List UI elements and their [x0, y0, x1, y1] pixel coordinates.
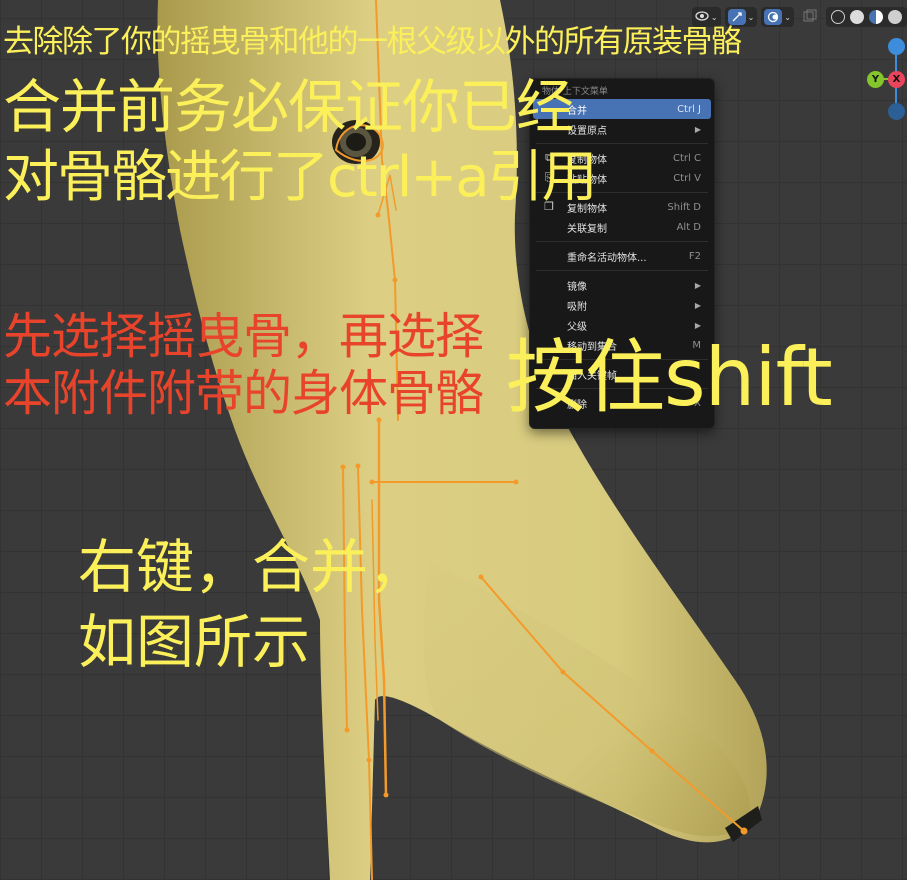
menu-item-snap[interactable]: 吸附 ▶: [533, 295, 711, 315]
menu-separator: [536, 143, 708, 144]
xray-toggle[interactable]: [798, 7, 822, 27]
x-axis-icon[interactable]: X: [888, 71, 905, 88]
annotation-hold-shift: 按住shift: [506, 331, 833, 424]
xray-icon: [803, 9, 817, 26]
menu-item-duplicate-linked[interactable]: 关联复制 Alt D: [533, 217, 711, 237]
overlay-dropdown[interactable]: ⌄: [761, 7, 794, 27]
submenu-arrow-icon: ▶: [694, 124, 701, 134]
annotation-select-body: 本附件附带的身体骨骼: [3, 365, 484, 422]
submenu-arrow-icon: ▶: [694, 320, 701, 330]
neg-z-axis-icon[interactable]: [888, 103, 905, 120]
eye-icon: [695, 10, 709, 24]
y-axis-icon[interactable]: Y: [867, 71, 884, 88]
annotation-right-click-join: 右键，合并，: [78, 533, 427, 601]
annotation-as-shown: 如图所示: [78, 608, 311, 676]
annotation-before-join: 合并前务必保证你已经: [3, 73, 574, 141]
menu-item-rename-active[interactable]: 重命名活动物体... F2: [533, 246, 711, 266]
navigation-gizmo[interactable]: Y X: [867, 38, 907, 122]
3d-viewport[interactable]: ⌄ ⌄ ⌄ Y X 物体 上下文菜单 合并 Ctrl J 设置原点 ▶ ⧉ 复制…: [0, 0, 907, 880]
solid-icon[interactable]: [850, 10, 864, 24]
chevron-down-icon: ⌄: [747, 12, 755, 22]
menu-separator: [536, 241, 708, 242]
shading-mode-group: [826, 7, 907, 27]
menu-separator: [536, 270, 708, 271]
wireframe-icon[interactable]: [831, 10, 845, 24]
chevron-down-icon: ⌄: [784, 12, 791, 22]
annotation-remove-bones: 去除除了你的摇曳骨和他的一根父级以外的所有原装骨骼: [3, 24, 742, 60]
annotation-ctrl-a: 对骨骼进行了ctrl+a引用: [3, 145, 598, 210]
gizmo-icon[interactable]: [727, 9, 746, 25]
annotation-select-first: 先选择摇曳骨，再选择: [3, 308, 484, 365]
menu-item-mirror[interactable]: 镜像 ▶: [533, 275, 711, 295]
overlay-icon[interactable]: [764, 9, 783, 25]
rendered-icon[interactable]: [888, 10, 902, 24]
chevron-down-icon: ⌄: [710, 12, 718, 22]
submenu-arrow-icon: ▶: [694, 300, 701, 310]
submenu-arrow-icon: ▶: [694, 280, 701, 290]
material-icon[interactable]: [869, 10, 883, 24]
